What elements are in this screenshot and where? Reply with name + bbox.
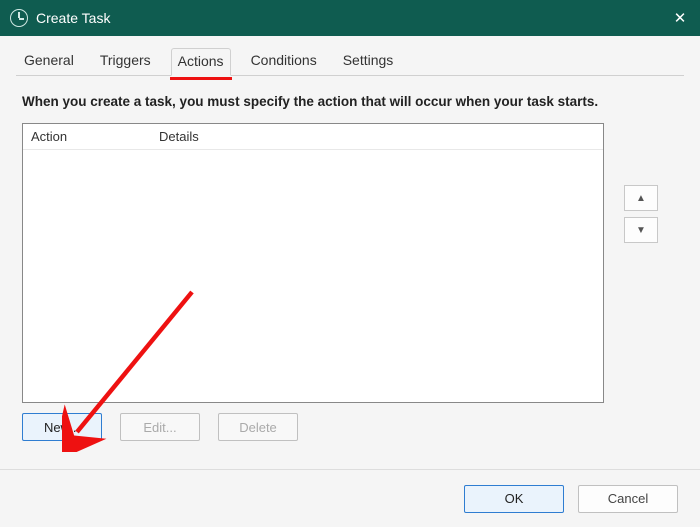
new-button[interactable]: New... bbox=[22, 413, 102, 441]
action-buttons-row: New... Edit... Delete bbox=[16, 403, 684, 441]
chevron-down-icon: ▼ bbox=[636, 225, 646, 236]
clock-icon bbox=[10, 9, 28, 27]
tab-general[interactable]: General bbox=[18, 48, 80, 75]
panel-description: When you create a task, you must specify… bbox=[16, 76, 684, 123]
column-details[interactable]: Details bbox=[159, 129, 595, 144]
chevron-up-icon: ▲ bbox=[636, 193, 646, 204]
ok-button[interactable]: OK bbox=[464, 485, 564, 513]
title-bar: Create Task ✕ bbox=[0, 0, 700, 36]
delete-button[interactable]: Delete bbox=[218, 413, 298, 441]
actions-area: Action Details ▲ ▼ bbox=[16, 123, 684, 403]
listview-header: Action Details bbox=[23, 124, 603, 150]
annotation-underline bbox=[170, 77, 232, 80]
move-up-button[interactable]: ▲ bbox=[624, 185, 658, 211]
actions-listview[interactable]: Action Details bbox=[22, 123, 604, 403]
dialog-footer: OK Cancel bbox=[0, 469, 700, 527]
tab-strip: General Triggers Actions Conditions Sett… bbox=[16, 48, 684, 75]
cancel-button[interactable]: Cancel bbox=[578, 485, 678, 513]
column-action[interactable]: Action bbox=[31, 129, 159, 144]
content-area: General Triggers Actions Conditions Sett… bbox=[0, 36, 700, 441]
edit-button[interactable]: Edit... bbox=[120, 413, 200, 441]
close-button[interactable]: ✕ bbox=[660, 0, 700, 36]
tab-triggers[interactable]: Triggers bbox=[94, 48, 157, 75]
window-title: Create Task bbox=[36, 10, 660, 26]
move-down-button[interactable]: ▼ bbox=[624, 217, 658, 243]
tab-conditions[interactable]: Conditions bbox=[245, 48, 323, 75]
tab-actions-label: Actions bbox=[178, 53, 224, 69]
tab-actions[interactable]: Actions bbox=[171, 48, 231, 76]
tab-settings[interactable]: Settings bbox=[337, 48, 400, 75]
close-icon: ✕ bbox=[674, 9, 687, 27]
reorder-buttons: ▲ ▼ bbox=[624, 185, 658, 243]
